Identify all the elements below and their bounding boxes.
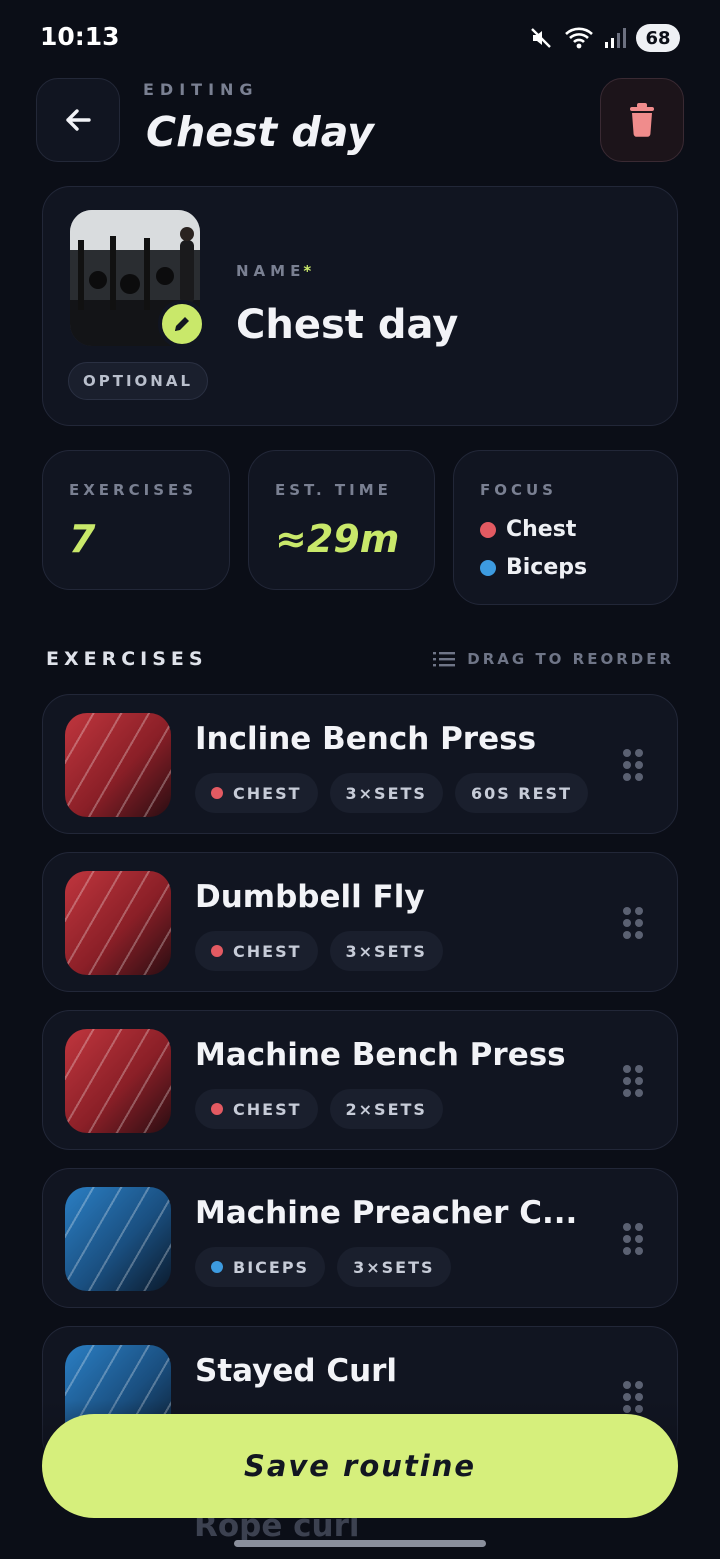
rest-tag: 60S REST <box>454 773 588 813</box>
muscle-tag: CHEST <box>195 931 318 971</box>
chest-color-dot <box>211 787 223 799</box>
trash-icon <box>630 103 654 137</box>
muscle-tag-label: CHEST <box>233 783 302 803</box>
arrow-left-icon <box>66 109 91 131</box>
exercise-name: Incline Bench Press <box>195 721 537 757</box>
drag-handle-icon[interactable] <box>623 749 643 781</box>
sets-tag: 3×SETS <box>329 931 443 971</box>
exercise-tags: CHEST 3×SETS <box>195 931 443 971</box>
biceps-color-dot <box>211 1261 223 1273</box>
focus-item-label: Biceps <box>506 555 588 580</box>
status-icons: 68 <box>528 22 680 54</box>
focus-stat-card: FOCUS Chest Biceps <box>453 450 678 605</box>
required-marker: * <box>303 262 312 280</box>
exercises-stat-card: EXERCISES 7 <box>42 450 230 590</box>
exercise-tags: CHEST 2×SETS <box>195 1089 443 1129</box>
exercise-name: Stayed Curl <box>195 1353 398 1389</box>
sets-tag: 3×SETS <box>329 773 443 813</box>
exercise-row[interactable]: Incline Bench Press CHEST 3×SETS 60S RES… <box>42 694 678 834</box>
est-time-stat-card: EST. TIME ≈29m <box>248 450 435 590</box>
drag-hint: DRAG TO REORDER <box>433 650 674 668</box>
exercise-name: Machine Preacher C... <box>195 1195 578 1231</box>
muscle-tag-label: CHEST <box>233 1099 302 1119</box>
save-routine-button[interactable]: Save routine <box>42 1414 678 1518</box>
exercises-stat-value: 7 <box>69 517 96 561</box>
list-icon <box>433 652 456 667</box>
drag-handle-icon[interactable] <box>623 1223 643 1255</box>
delete-button[interactable] <box>600 78 684 162</box>
est-time-stat-value: ≈29m <box>275 517 400 561</box>
back-button[interactable] <box>36 78 120 162</box>
focus-item-chest: Chest <box>480 517 576 542</box>
exercise-tags: BICEPS 3×SETS <box>195 1247 451 1287</box>
focus-item-label: Chest <box>506 517 577 542</box>
sets-tag: 3×SETS <box>337 1247 451 1287</box>
drag-handle-icon[interactable] <box>623 907 643 939</box>
focus-stat-label: FOCUS <box>480 481 557 499</box>
exercise-name: Dumbbell Fly <box>195 879 425 915</box>
pencil-icon <box>175 317 189 331</box>
biceps-color-dot <box>480 559 496 576</box>
exercise-thumbnail <box>65 1187 171 1291</box>
exercise-tags: CHEST 3×SETS 60S REST <box>195 773 588 813</box>
exercise-row[interactable]: Machine Bench Press CHEST 2×SETS <box>42 1010 678 1150</box>
home-indicator[interactable] <box>234 1540 486 1547</box>
exercise-row[interactable]: Machine Preacher C... BICEPS 3×SETS <box>42 1168 678 1308</box>
muscle-tag: BICEPS <box>195 1247 326 1287</box>
optional-badge: OPTIONAL <box>68 362 209 400</box>
drag-hint-label: DRAG TO REORDER <box>467 650 674 668</box>
muscle-tag: CHEST <box>195 1089 318 1129</box>
exercise-thumbnail <box>65 1029 171 1133</box>
status-bar: 10:13 68 <box>0 0 720 72</box>
exercise-thumbnail <box>65 713 171 817</box>
muscle-tag-label: BICEPS <box>233 1257 310 1277</box>
name-label-text: NAME <box>236 262 306 280</box>
sets-tag: 2×SETS <box>329 1089 443 1129</box>
routine-name-input[interactable]: Chest day <box>236 302 458 348</box>
exercise-thumbnail <box>65 871 171 975</box>
muscle-tag-label: CHEST <box>233 941 302 961</box>
battery-indicator: 68 <box>636 24 680 52</box>
page-title: Chest day <box>146 108 374 156</box>
chest-color-dot <box>211 945 223 957</box>
exercise-row[interactable]: Dumbbell Fly CHEST 3×SETS <box>42 852 678 992</box>
status-time: 10:13 <box>40 22 120 51</box>
exercises-stat-label: EXERCISES <box>69 481 198 499</box>
mute-icon <box>528 25 554 51</box>
exercises-section-title: EXERCISES <box>46 648 208 670</box>
est-time-stat-label: EST. TIME <box>275 481 392 499</box>
wifi-icon <box>564 25 594 51</box>
signal-icon <box>604 26 626 50</box>
name-field-label: NAME* <box>236 262 311 280</box>
muscle-tag: CHEST <box>195 773 318 813</box>
chest-color-dot <box>211 1103 223 1115</box>
editing-kicker: EDITING <box>143 80 259 99</box>
chest-color-dot <box>480 521 496 538</box>
focus-item-biceps: Biceps <box>480 555 587 580</box>
exercise-name: Machine Bench Press <box>195 1037 566 1073</box>
drag-handle-icon[interactable] <box>623 1065 643 1097</box>
edit-cover-button[interactable] <box>158 300 206 348</box>
